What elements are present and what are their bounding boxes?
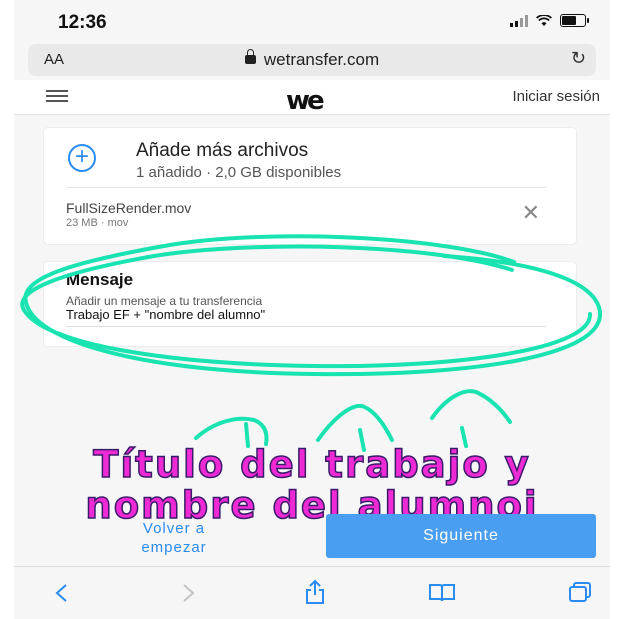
message-card[interactable]: Mensaje Añadir un mensaje a tu transfere… [44, 262, 576, 346]
lock-icon [244, 49, 256, 65]
message-input[interactable]: Trabajo EF + "nombre del alumno" [66, 307, 265, 322]
message-underline [66, 326, 546, 327]
start-over-link[interactable]: Volver a empezar [106, 519, 242, 557]
chevron-left-icon[interactable] [54, 583, 68, 603]
battery-icon [560, 14, 589, 27]
signin-link[interactable]: Iniciar sesión [512, 88, 600, 105]
signal-icon [510, 14, 528, 27]
add-files-title[interactable]: Añade más archivos [136, 140, 308, 162]
status-bar: 12:36 [14, 0, 610, 40]
phone-screen: 12:36 AA wetransfer.com ↻ we Iniciar ses… [14, 0, 610, 619]
safari-toolbar [14, 566, 610, 619]
files-card: + Añade más archivos 1 añadido · 2,0 GB … [44, 128, 576, 244]
annotation-caption-line1: Título del trabajo y [92, 442, 531, 487]
book-icon[interactable] [428, 583, 456, 603]
url-field[interactable]: wetransfer.com [28, 49, 596, 70]
add-files-icon[interactable]: + [68, 144, 96, 172]
file-name: FullSizeRender.mov [66, 200, 192, 216]
next-button[interactable]: Siguiente [326, 514, 596, 558]
site-header: we Iniciar sesión [14, 80, 610, 116]
chevron-right-icon[interactable] [182, 583, 196, 603]
url-text: wetransfer.com [263, 50, 380, 69]
status-icons [510, 14, 589, 27]
menu-icon[interactable] [46, 90, 68, 102]
message-label: Añadir un mensaje a tu transferencia [66, 294, 263, 308]
status-time: 12:36 [58, 12, 107, 33]
message-title: Mensaje [66, 270, 134, 289]
arrow-mark [430, 389, 512, 424]
add-files-subtitle: 1 añadido · 2,0 GB disponibles [136, 164, 342, 181]
remove-file-icon[interactable]: ✕ [522, 200, 540, 226]
tabs-icon[interactable] [568, 581, 592, 603]
wifi-icon [536, 14, 552, 26]
divider [66, 187, 546, 188]
address-bar[interactable]: AA wetransfer.com ↻ [28, 44, 596, 76]
wetransfer-logo[interactable]: we [286, 86, 325, 116]
arrow-mark [316, 403, 394, 442]
reload-icon[interactable]: ↻ [571, 48, 586, 69]
share-icon[interactable] [304, 579, 326, 605]
arrow-mark [194, 416, 269, 446]
file-meta: 23 MB · mov [66, 217, 129, 229]
